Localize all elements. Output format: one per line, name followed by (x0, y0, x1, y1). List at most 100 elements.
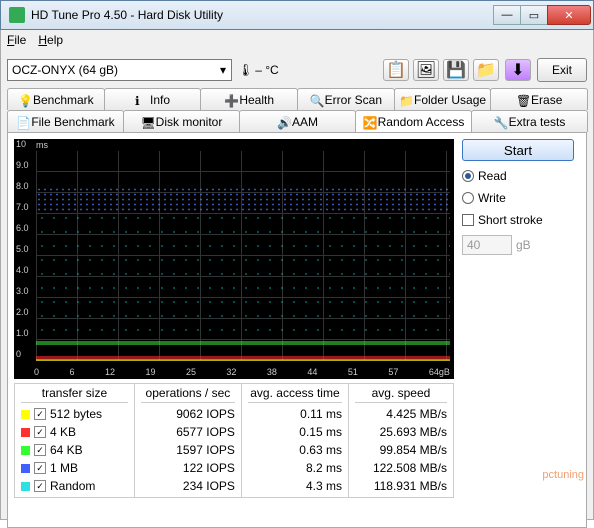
floppy-icon: 💾 (446, 60, 466, 80)
access-value: 8.2 ms (248, 459, 342, 477)
y-axis-unit: ms (36, 140, 48, 150)
speaker-icon: 🔊 (277, 116, 289, 128)
speed-value: 118.931 MB/s (355, 477, 447, 495)
close-button[interactable]: ✕ (547, 5, 591, 25)
color-swatch (21, 464, 30, 473)
row-checkbox[interactable]: ✓ (34, 426, 46, 438)
tab-error-scan[interactable]: 🔍Error Scan (297, 88, 395, 110)
copy-icon: 📋 (386, 60, 406, 80)
save-button[interactable]: 💾 (443, 59, 469, 81)
tab-file-benchmark[interactable]: 📄File Benchmark (7, 110, 124, 132)
row-checkbox[interactable]: ✓ (34, 408, 46, 420)
start-button[interactable]: Start (462, 139, 574, 161)
menu-file[interactable]: File (7, 33, 26, 47)
read-radio[interactable]: Read (462, 169, 574, 183)
col-speed: avg. speed 4.425 MB/s25.693 MB/s99.854 M… (349, 383, 454, 498)
right-panel: Start Read Write Short stroke 40 gB (462, 139, 574, 521)
plot-area (36, 151, 450, 361)
camera-icon: 🖼 (416, 60, 436, 80)
tab-folder-usage[interactable]: 📁Folder Usage (394, 88, 492, 110)
row-checkbox[interactable]: ✓ (34, 480, 46, 492)
y-axis-labels: 109.08.07.06.05.04.03.02.01.00 (16, 139, 29, 359)
results-table: transfer size ✓ 512 bytes ✓ 4 KB ✓ 64 KB ✓ 1 MB… (14, 383, 454, 498)
radio-icon (462, 170, 474, 182)
toolbar: OCZ-ONYX (64 gB) ▾ 🌡 – °C 📋 🖼 💾 📁 ⬇ Exit (7, 56, 587, 84)
search-icon: 🔍 (310, 94, 322, 106)
access-time-graph: ms 109.08.07.06.05.04.03.02.01.00 061219… (14, 139, 454, 379)
trash-icon: 🗑 (516, 94, 528, 106)
transfer-size: Random (50, 479, 95, 493)
transfer-size: 64 KB (50, 443, 83, 457)
iops-value: 122 IOPS (141, 459, 235, 477)
tabs-row-2: 📄File Benchmark 🖥Disk monitor 🔊AAM 🔀Rand… (7, 110, 587, 132)
tab-aam[interactable]: 🔊AAM (239, 110, 356, 132)
temperature-value: – °C (255, 63, 278, 77)
transfer-size: 512 bytes (50, 407, 102, 421)
tab-disk-monitor[interactable]: 🖥Disk monitor (123, 110, 240, 132)
speed-value: 4.425 MB/s (355, 405, 447, 423)
transfer-size: 4 KB (50, 425, 76, 439)
left-panel: ms 109.08.07.06.05.04.03.02.01.00 061219… (14, 139, 454, 521)
drive-select[interactable]: OCZ-ONYX (64 gB) ▾ (7, 59, 232, 81)
tab-random-access[interactable]: 🔀Random Access (355, 110, 472, 132)
short-stroke-checkbox[interactable]: Short stroke (462, 213, 574, 227)
row-checkbox[interactable]: ✓ (34, 444, 46, 456)
write-radio[interactable]: Write (462, 191, 574, 205)
col-header: avg. access time (248, 386, 342, 403)
copy-button[interactable]: 📋 (383, 59, 409, 81)
checkbox-icon (462, 214, 474, 226)
health-icon: ➕ (224, 94, 236, 106)
iops-value: 234 IOPS (141, 477, 235, 495)
iops-value: 9062 IOPS (141, 405, 235, 423)
access-value: 0.11 ms (248, 405, 342, 423)
col-access-time: avg. access time 0.11 ms0.15 ms0.63 ms8.… (242, 383, 349, 498)
window-title: HD Tune Pro 4.50 - Hard Disk Utility (31, 8, 494, 22)
exit-button[interactable]: Exit (537, 58, 587, 82)
row-checkbox[interactable]: ✓ (34, 462, 46, 474)
access-value: 4.3 ms (248, 477, 342, 495)
random-icon: 🔀 (363, 116, 375, 128)
short-stroke-value-row: 40 gB (462, 235, 574, 255)
speed-value: 25.693 MB/s (355, 423, 447, 441)
tab-benchmark[interactable]: 💡Benchmark (7, 88, 105, 110)
x-axis-labels: 06121925323844515764gB (34, 367, 450, 377)
access-value: 0.63 ms (248, 441, 342, 459)
transfer-size: 1 MB (50, 461, 78, 475)
short-stroke-spinner[interactable]: 40 (462, 235, 512, 255)
folder-icon: 📁 (476, 60, 496, 80)
access-value: 0.15 ms (248, 423, 342, 441)
temperature-display: 🌡 – °C (238, 63, 279, 77)
tab-info[interactable]: ℹInfo (104, 88, 202, 110)
main-frame: OCZ-ONYX (64 gB) ▾ 🌡 – °C 📋 🖼 💾 📁 ⬇ Exit… (0, 50, 594, 520)
maximize-button[interactable]: ▭ (520, 5, 548, 25)
arrow-down-icon: ⬇ (511, 60, 524, 80)
col-header: operations / sec (141, 386, 235, 403)
col-header: transfer size (21, 386, 128, 403)
folder-icon: 📁 (399, 94, 411, 106)
tab-erase[interactable]: 🗑Erase (490, 88, 588, 110)
menu-bar: File Help (0, 30, 594, 50)
info-icon: ℹ (135, 94, 147, 106)
radio-icon (462, 192, 474, 204)
col-transfer-size: transfer size ✓ 512 bytes ✓ 4 KB ✓ 64 KB ✓ 1 MB… (14, 383, 135, 498)
tab-content: ms 109.08.07.06.05.04.03.02.01.00 061219… (7, 132, 587, 528)
iops-value: 6577 IOPS (141, 423, 235, 441)
tab-health[interactable]: ➕Health (200, 88, 298, 110)
monitor-icon: 🖥 (141, 116, 153, 128)
open-button[interactable]: 📁 (473, 59, 499, 81)
col-header: avg. speed (355, 386, 447, 403)
tabs-row-1: 💡Benchmark ℹInfo ➕Health 🔍Error Scan 📁Fo… (7, 88, 587, 110)
menu-help[interactable]: Help (38, 33, 63, 47)
thermometer-icon: 🌡 (238, 63, 253, 77)
screenshot-button[interactable]: 🖼 (413, 59, 439, 81)
settings-button[interactable]: ⬇ (505, 59, 531, 81)
color-swatch (21, 482, 30, 491)
minimize-button[interactable]: — (493, 5, 521, 25)
bulb-icon: 💡 (18, 94, 30, 106)
stroke-unit: gB (516, 238, 531, 252)
tab-extra-tests[interactable]: 🔧Extra tests (471, 110, 588, 132)
color-swatch (21, 410, 30, 419)
col-operations: operations / sec 9062 IOPS6577 IOPS1597 … (135, 383, 242, 498)
color-swatch (21, 428, 30, 437)
color-swatch (21, 446, 30, 455)
